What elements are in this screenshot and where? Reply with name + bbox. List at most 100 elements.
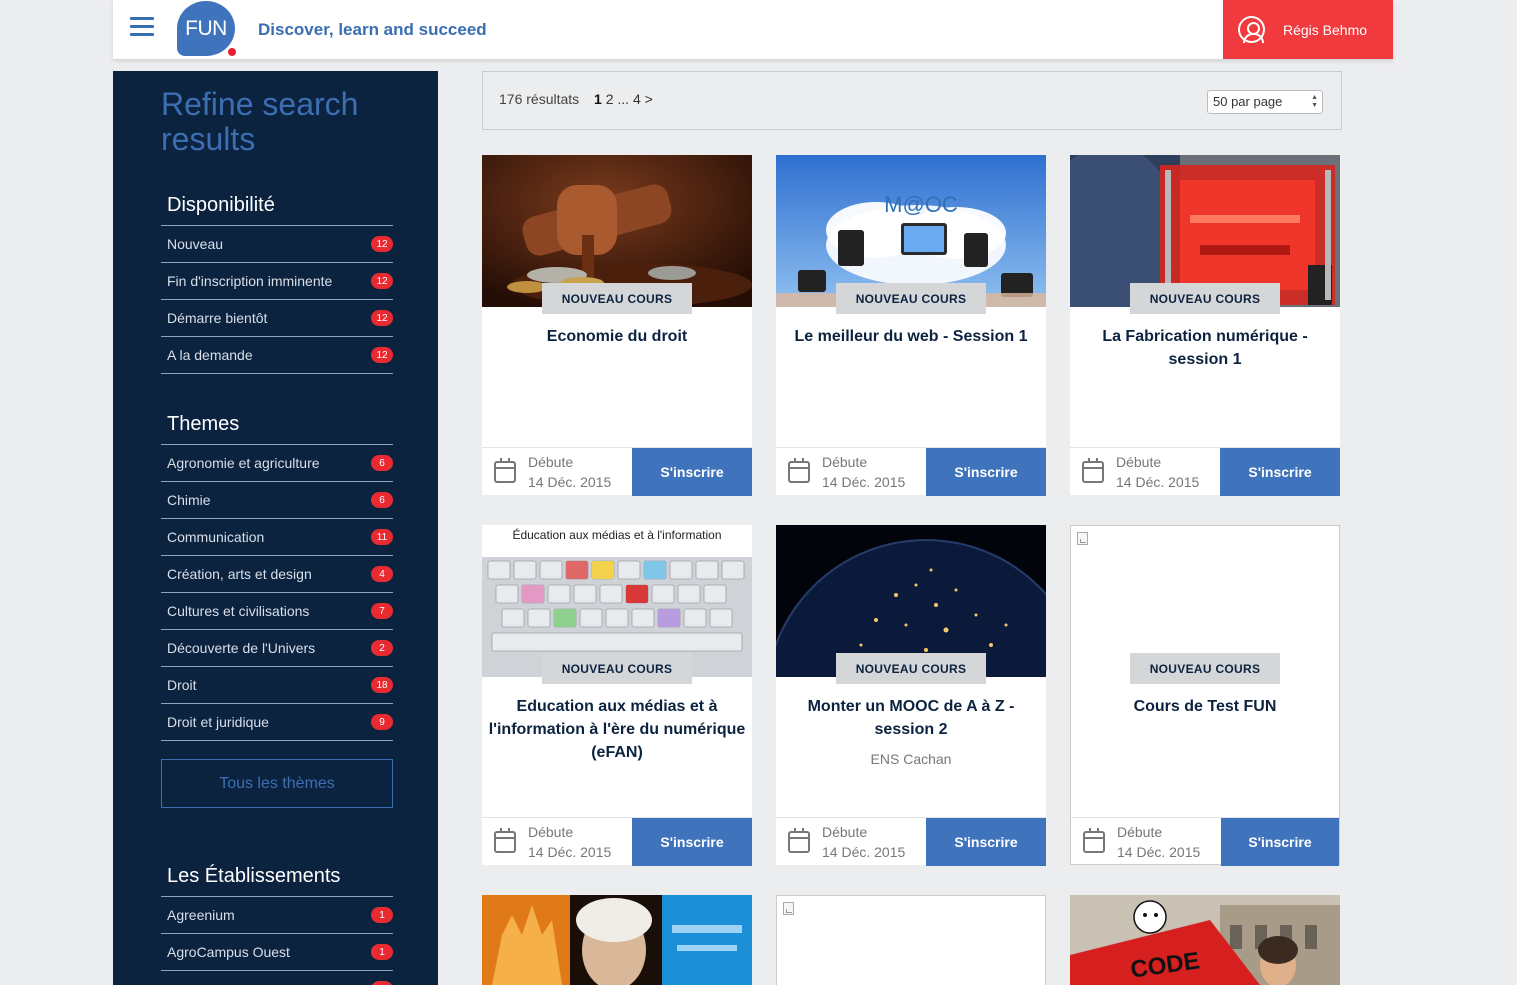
course-badge: NOUVEAU COURS: [542, 283, 692, 314]
facet-item[interactable]: AgroCampus Ouest 1: [161, 934, 393, 971]
facet-label: Chimie: [167, 492, 211, 508]
facet-item[interactable]: Nouveau 12: [161, 226, 393, 263]
start-date: 14 Déc. 2015: [528, 473, 612, 490]
facet-heading: Les Établissements: [161, 865, 393, 897]
broken-image-icon: [1077, 532, 1088, 545]
facet-item[interactable]: Démarre bientôt 12: [161, 300, 393, 337]
facet-item[interactable]: Fin d'inscription imminente 12: [161, 263, 393, 300]
enroll-button[interactable]: S'inscrire: [926, 448, 1046, 496]
course-card[interactable]: NOUVEAU COURS La Fabrication numérique -…: [1070, 155, 1340, 496]
facet-item[interactable]: Création, arts et design 4: [161, 556, 393, 593]
broken-image-icon: [783, 902, 794, 915]
calendar-icon: [494, 457, 516, 483]
enroll-button[interactable]: S'inscrire: [632, 818, 752, 866]
course-footer: Débute 14 Déc. 2015 S'inscrire: [776, 817, 1046, 866]
page-current[interactable]: 1: [594, 91, 602, 107]
user-menu-button[interactable]: Régis Behmo: [1223, 0, 1393, 59]
pagination: 1 2 ... 4 >: [594, 91, 653, 107]
course-title[interactable]: Cours de Test FUN: [1071, 695, 1339, 718]
course-title[interactable]: Le meilleur du web - Session 1: [776, 325, 1046, 348]
per-page-select[interactable]: 50 par page ▲ ▼: [1207, 90, 1323, 114]
facet-heading: Themes: [161, 413, 393, 445]
mooc-logo-text: M@OC: [884, 192, 958, 217]
results-count: 176 résultats: [499, 91, 580, 107]
user-name: Régis Behmo: [1283, 21, 1368, 38]
facet-item[interactable]: Agreenium 1: [161, 897, 393, 934]
enroll-button[interactable]: S'inscrire: [1221, 818, 1339, 866]
calendar-icon: [788, 827, 810, 853]
facet-item[interactable]: [161, 971, 393, 985]
course-badge: NOUVEAU COURS: [1130, 283, 1280, 314]
facet-establishments: Les Établissements Agreenium 1 AgroCampus…: [161, 865, 393, 985]
facet-count: 11: [371, 529, 393, 545]
facet-count: 2: [371, 640, 393, 656]
course-footer: Débute 14 Déc. 2015 S'inscrire: [1071, 817, 1339, 866]
facet-count: 7: [371, 603, 393, 619]
course-start: Débute 14 Déc. 2015: [1070, 448, 1220, 495]
facet-label: Démarre bientôt: [167, 310, 268, 326]
facet-item[interactable]: A la demande 12: [161, 337, 393, 374]
facet-item[interactable]: Communication 11: [161, 519, 393, 556]
course-card[interactable]: [776, 895, 1046, 985]
course-title[interactable]: Monter un MOOC de A à Z - session 2: [776, 695, 1046, 741]
start-label: Débute: [822, 823, 868, 840]
course-start: Débute 14 Déc. 2015: [1071, 818, 1221, 865]
calendar-icon: [1083, 827, 1105, 853]
facet-count: 12: [371, 310, 393, 326]
course-title[interactable]: Economie du droit: [482, 325, 752, 348]
course-card[interactable]: [482, 895, 752, 985]
course-card[interactable]: M@OC NOUVEAU COURS Le meilleur du web - …: [776, 155, 1046, 496]
facet-item[interactable]: Droit 18: [161, 667, 393, 704]
tagline: Discover, learn and succeed: [258, 20, 487, 39]
filter-sidebar: Refine search results Disponibilité Nouv…: [113, 71, 438, 985]
sidebar-title: Refine search results: [161, 86, 359, 157]
facet-label: Agronomie et agriculture: [167, 455, 320, 471]
course-footer: Débute 14 Déc. 2015 S'inscrire: [482, 817, 752, 866]
facet-item[interactable]: Chimie 6: [161, 482, 393, 519]
start-date: 14 Déc. 2015: [1117, 843, 1201, 860]
facet-label: Découverte de l'Univers: [167, 640, 316, 656]
facet-themes: Themes Agronomie et agriculture 6 Chimie 6…: [161, 413, 393, 741]
course-start: Débute 14 Déc. 2015: [776, 818, 926, 865]
enroll-button[interactable]: S'inscrire: [926, 818, 1046, 866]
course-card[interactable]: NOUVEAU COURS Economie du droit Débute 14…: [482, 155, 752, 496]
facet-count: 1: [371, 944, 393, 960]
course-title[interactable]: Education aux médias et à l'information …: [482, 695, 752, 764]
facet-item[interactable]: Découverte de l'Univers 2: [161, 630, 393, 667]
top-header: FUN Discover, learn and succeed Régis Be…: [113, 0, 1393, 59]
course-start: Débute 14 Déc. 2015: [482, 448, 632, 495]
facet-count: 12: [371, 347, 393, 363]
calendar-icon: [494, 827, 516, 853]
facet-count: 18: [371, 677, 393, 693]
course-card[interactable]: CODE: [1070, 895, 1340, 985]
start-label: Débute: [1117, 823, 1163, 840]
start-date: 14 Déc. 2015: [822, 473, 906, 490]
enroll-button[interactable]: S'inscrire: [1220, 448, 1340, 496]
facet-label: Communication: [167, 529, 265, 545]
course-footer: Débute 14 Déc. 2015 S'inscrire: [1070, 447, 1340, 496]
enroll-button[interactable]: S'inscrire: [632, 448, 752, 496]
start-date: 14 Déc. 2015: [822, 843, 906, 860]
facet-label: Fin d'inscription imminente: [167, 273, 333, 289]
course-card[interactable]: NOUVEAU COURS Cours de Test FUN Débute 14…: [1070, 525, 1340, 866]
course-title[interactable]: La Fabrication numérique - session 1: [1070, 325, 1340, 371]
facet-label: Droit et juridique: [167, 714, 269, 730]
start-date: 14 Déc. 2015: [1116, 473, 1200, 490]
page-link[interactable]: 2: [606, 91, 614, 107]
facet-label: Création, arts et design: [167, 566, 312, 582]
all-themes-button[interactable]: Tous les thèmes: [161, 759, 393, 808]
facet-item[interactable]: Droit et juridique 9: [161, 704, 393, 741]
facet-item[interactable]: Cultures et civilisations 7: [161, 593, 393, 630]
course-card[interactable]: Éducation aux médias et à l'information …: [482, 525, 752, 866]
course-card[interactable]: NOUVEAU COURS Monter un MOOC de A à Z - …: [776, 525, 1046, 866]
facet-item[interactable]: Agronomie et agriculture 6: [161, 445, 393, 482]
page-link[interactable]: 4: [633, 91, 641, 107]
facet-count: 6: [371, 492, 393, 508]
fun-logo[interactable]: FUN: [177, 1, 235, 56]
course-start: Débute 14 Déc. 2015: [482, 818, 632, 865]
menu-icon[interactable]: [130, 17, 154, 36]
facet-heading: Disponibilité: [161, 194, 393, 226]
course-organization: ENS Cachan: [870, 751, 952, 767]
facet-count: 4: [371, 566, 393, 582]
next-page-link[interactable]: >: [645, 91, 653, 107]
